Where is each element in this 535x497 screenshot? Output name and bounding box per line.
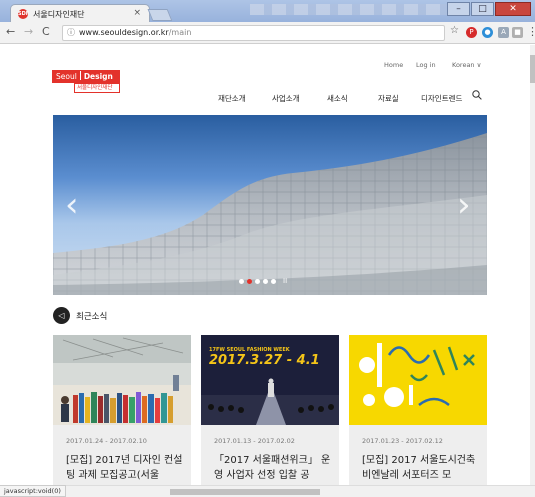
extension-pinterest-icon[interactable]: P [466,27,477,38]
slide-dot[interactable] [255,278,260,284]
blurred-title-area [250,4,450,15]
news-header: ◁ 최근소식 [53,307,107,324]
forward-icon[interactable]: → [24,25,33,38]
minimize-button[interactable]: – [447,2,470,16]
slide-dot[interactable] [271,278,276,284]
extension-gray2-icon[interactable]: ■ [512,27,523,38]
slider-pagination: II [239,277,287,285]
menu-kebab-icon[interactable]: ⋮ [527,25,535,38]
slider-next-icon[interactable]: › [457,185,471,225]
card-date: 2017.01.13 - 2017.02.02 [214,437,295,445]
slide-dot-active[interactable] [247,278,252,284]
extension-gray-icon[interactable]: A [498,27,509,38]
close-window-button[interactable]: ✕ [495,2,531,16]
reload-icon[interactable]: C [42,25,50,38]
news-card[interactable]: 2017.01.24 - 2017.02.10 [모집] 2017년 디자인 컨… [53,335,191,485]
slide-dot[interactable] [239,278,244,284]
util-login-link[interactable]: Log in [416,61,436,69]
browser-window: SDF 서울디자인재단 × – □ ✕ ← → C ⓘ www.seouldes… [0,0,535,497]
megaphone-icon: ◁ [53,307,70,324]
nav-business[interactable]: 사업소개 [272,93,300,104]
ddp-building-image [53,133,487,295]
back-icon[interactable]: ← [6,25,15,38]
card-image-library [53,335,191,425]
nav-news[interactable]: 새소식 [327,93,348,104]
news-card[interactable]: 17FW SEOUL FASHION WEEK 2017.3.27 - 4.1 … [201,335,339,485]
tab-title: 서울디자인재단 [33,10,85,19]
util-language-select[interactable]: Korean ∨ [452,61,481,69]
news-section-title: 최근소식 [76,311,108,322]
url-host: www.seouldesign.or.kr [79,28,169,37]
vertical-scroll-thumb[interactable] [530,55,535,83]
bookmark-star-icon[interactable]: ☆ [450,25,459,36]
card-image-biennale [349,335,487,425]
address-bar[interactable]: ⓘ www.seouldesign.or.kr/main [62,25,445,41]
card-date: 2017.01.23 - 2017.02.12 [362,437,443,445]
slider-prev-icon[interactable]: ‹ [65,185,79,225]
toolbar: ← → C ⓘ www.seouldesign.or.kr/main ☆ P ●… [0,22,535,44]
news-card[interactable]: 2017.01.23 - 2017.02.12 [모집] 2017 서울도시건축… [349,335,487,485]
new-tab-button[interactable] [147,9,173,21]
status-bar: javascript:void(0) [0,485,66,497]
browser-tab[interactable]: SDF 서울디자인재단 × [10,4,150,22]
card-title[interactable]: 「2017 서울패션위크」 운영 사업자 선정 입찰 공 [214,453,332,483]
slider-pause-icon[interactable]: II [283,277,287,285]
card-date: 2017.01.24 - 2017.02.10 [66,437,147,445]
vertical-scrollbar[interactable] [530,45,535,485]
site-info-icon[interactable]: ⓘ [67,26,75,40]
logo-sub: 서울디자인재단 [74,83,120,93]
logo-top: Seoul Design [52,70,120,83]
nav-design-trend[interactable]: 디자인트렌드 [421,93,462,104]
close-tab-icon[interactable]: × [133,8,141,18]
search-icon[interactable] [472,90,482,100]
card-title[interactable]: [모집] 2017년 디자인 컨설팅 과제 모집공고(서울 [66,453,184,483]
util-home-link[interactable]: Home [384,61,403,69]
tab-bar: SDF 서울디자인재단 × – □ ✕ [0,0,535,22]
extension-blue-icon[interactable]: ● [482,27,493,38]
nav-foundation[interactable]: 재단소개 [218,93,246,104]
fashion-banner-date: 2017.3.27 - 4.1 [209,353,320,368]
window-controls: – □ ✕ [447,2,531,16]
horizontal-scroll-thumb[interactable] [170,489,320,495]
card-title[interactable]: [모집] 2017 서울도시건축비엔날레 서포터즈 모 [362,453,480,483]
slide-dot[interactable] [263,278,268,284]
horizontal-scrollbar[interactable] [0,485,535,497]
favicon-icon: SDF [18,9,30,19]
nav-library[interactable]: 자료실 [378,93,399,104]
url-path: /main [168,28,192,37]
web-page: Seoul Design 서울디자인재단 Home Log in Korean ∨… [0,45,530,485]
hero-slider[interactable]: ‹ › II [53,115,487,295]
maximize-button[interactable]: □ [471,2,494,16]
